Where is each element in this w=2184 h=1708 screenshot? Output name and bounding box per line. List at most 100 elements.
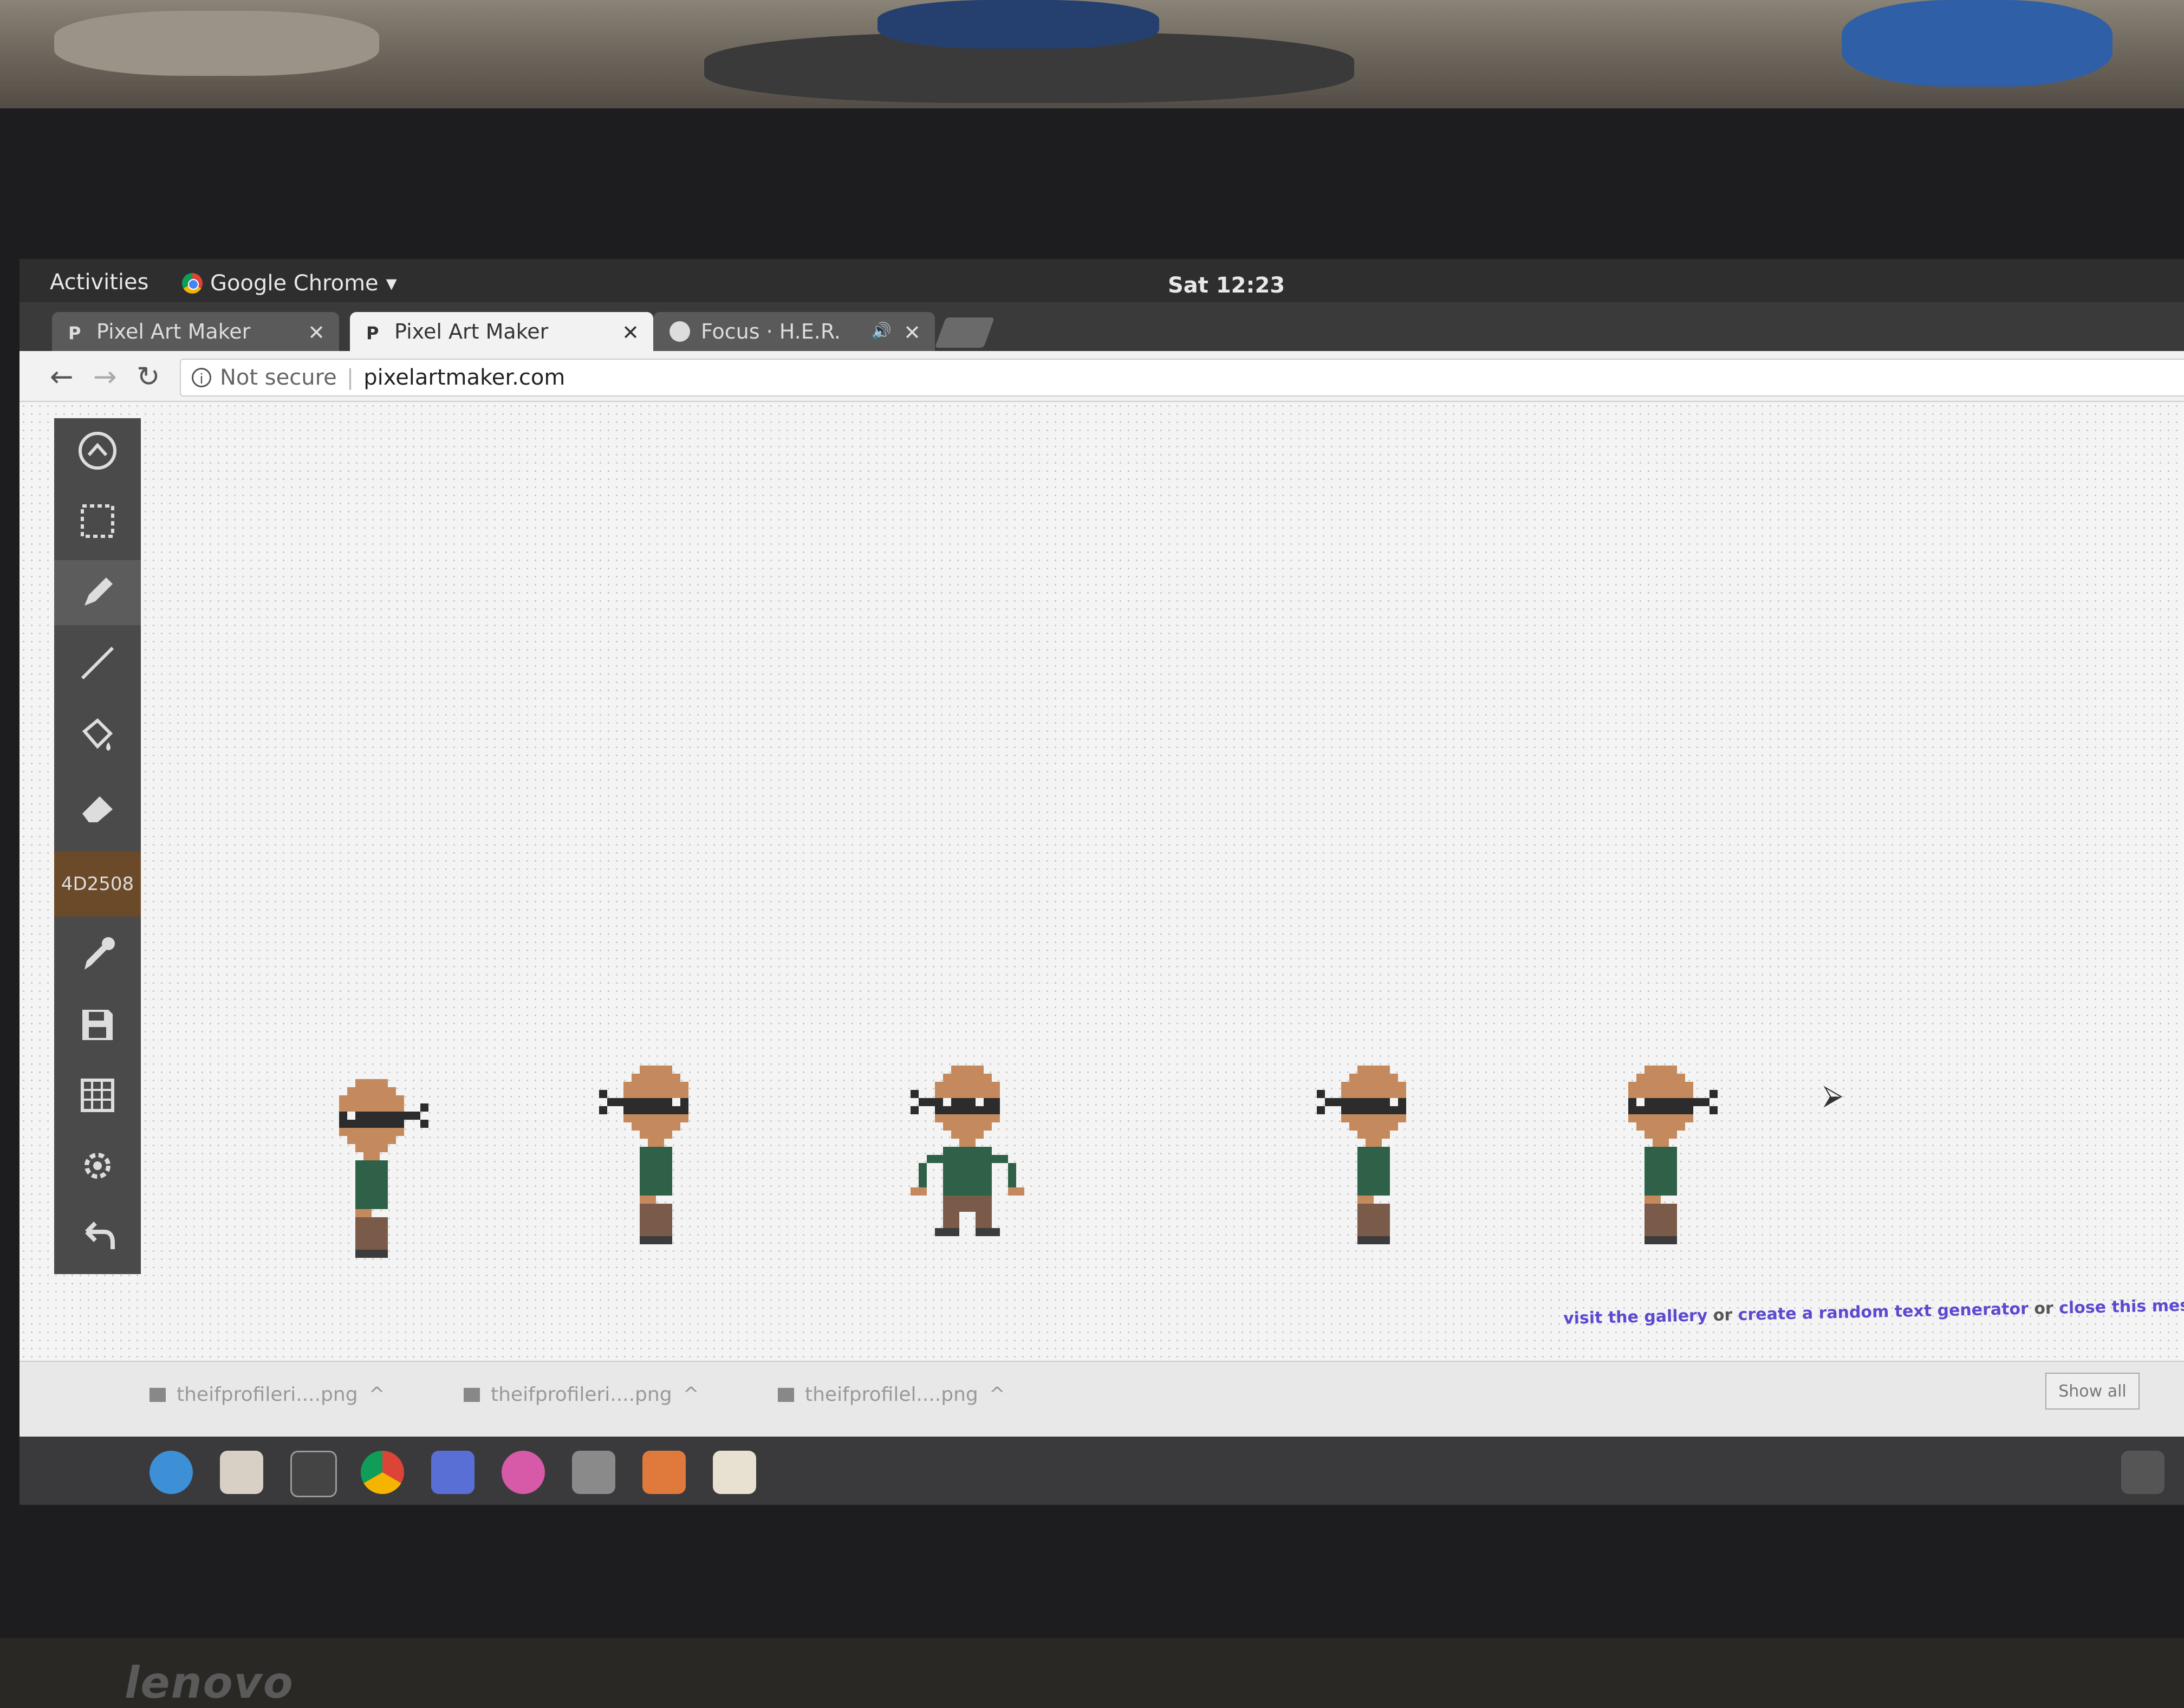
- sprite-arm: [992, 1155, 1008, 1163]
- sprite-pants: [1644, 1204, 1677, 1236]
- sprite-eye: [976, 1098, 984, 1106]
- image-file-icon: [464, 1387, 480, 1402]
- sprite-neck: [959, 1139, 976, 1147]
- chevron-up-icon[interactable]: ^: [989, 1384, 1005, 1406]
- new-tab-button[interactable]: [934, 317, 995, 348]
- sprite-shoe: [1644, 1236, 1677, 1244]
- speaker-icon[interactable]: 🔊: [872, 322, 892, 341]
- sprite-head: [1357, 1066, 1390, 1074]
- sprite-head: [339, 1128, 404, 1136]
- chrome-dock-icon[interactable]: [361, 1451, 404, 1494]
- sprite-head: [339, 1095, 404, 1112]
- sprite-eye: [1636, 1098, 1644, 1106]
- files-icon[interactable]: [220, 1451, 263, 1494]
- slack-icon[interactable]: [502, 1451, 545, 1494]
- download-item[interactable]: theifprofileri....png ^: [150, 1384, 385, 1406]
- image-viewer-icon[interactable]: [572, 1451, 615, 1494]
- or-text: or: [2033, 1298, 2054, 1319]
- sprite-mask-knot: [1709, 1106, 1718, 1114]
- sprite-neck: [1366, 1139, 1382, 1147]
- chrome-icon: [182, 273, 203, 294]
- fill-tool[interactable]: [54, 703, 141, 768]
- info-icon[interactable]: i: [192, 368, 211, 387]
- gear-icon: [84, 1153, 110, 1179]
- activities-button[interactable]: Activities: [50, 270, 148, 295]
- sprite-mask-knot: [599, 1090, 607, 1098]
- pencil-tool[interactable]: [54, 560, 141, 625]
- reload-icon[interactable]: ↻: [136, 361, 160, 393]
- sprite-head: [623, 1082, 688, 1098]
- back-arrow-icon[interactable]: ←: [50, 361, 74, 393]
- sprite-shoe: [355, 1250, 388, 1258]
- sprite-shoe: [976, 1228, 1000, 1236]
- tab-pixel-art-maker-1[interactable]: P Pixel Art Maker ✕: [52, 312, 339, 351]
- collapse-tool[interactable]: [54, 418, 141, 483]
- download-filename: theifprofileri....png: [177, 1384, 358, 1406]
- eraser-tool[interactable]: [54, 775, 141, 840]
- forward-arrow-icon[interactable]: →: [93, 361, 117, 393]
- text-editor-icon[interactable]: [713, 1451, 756, 1494]
- chevron-up-icon[interactable]: ^: [683, 1384, 699, 1406]
- close-tab-icon[interactable]: ✕: [622, 321, 639, 345]
- sprite-head: [632, 1074, 680, 1082]
- tab-pixel-art-maker-2[interactable]: P Pixel Art Maker ✕: [350, 312, 653, 351]
- sprite-head: [1636, 1122, 1685, 1131]
- download-item[interactable]: theifprofilel....png ^: [778, 1384, 1005, 1406]
- image-file-icon: [150, 1387, 166, 1402]
- clock[interactable]: Sat 12:23: [1168, 273, 1285, 298]
- sprite-mask-knot: [911, 1090, 919, 1098]
- sprite-eye: [347, 1112, 355, 1120]
- sprite-head: [935, 1114, 1000, 1122]
- sprite-eye: [672, 1098, 680, 1106]
- grid-tool[interactable]: [54, 1063, 141, 1128]
- sprite-neck: [1653, 1139, 1669, 1147]
- sprite-shirt: [1644, 1147, 1677, 1196]
- grid-icon: [81, 1079, 114, 1112]
- help-icon[interactable]: [150, 1451, 193, 1494]
- show-all-downloads-button[interactable]: Show all: [2045, 1373, 2140, 1410]
- sprite-mask-knot: [404, 1112, 420, 1120]
- sprite-arm: [1008, 1163, 1016, 1187]
- system-top-bar: Activities Google Chrome ▾ Sat 12:23: [20, 259, 2184, 302]
- current-color-swatch[interactable]: 4D2508: [54, 852, 141, 917]
- sprite-hand: [1008, 1187, 1024, 1196]
- undo-tool[interactable]: [54, 1204, 141, 1269]
- close-tab-icon[interactable]: ✕: [308, 321, 325, 345]
- security-label: Not secure: [220, 365, 337, 390]
- download-filename: theifprofilel....png: [805, 1384, 978, 1406]
- tab-focus-her[interactable]: Focus · H.E.R. 🔊 ✕: [653, 312, 935, 351]
- app-menu[interactable]: Google Chrome ▾: [182, 271, 397, 296]
- chevron-up-icon[interactable]: ^: [369, 1384, 385, 1406]
- eyedropper-tool[interactable]: [54, 922, 141, 987]
- address-bar[interactable]: i Not secure | pixelartmaker.com: [180, 359, 2184, 397]
- or-text: or: [1713, 1306, 1733, 1325]
- sprite-head: [623, 1114, 688, 1122]
- close-tab-icon[interactable]: ✕: [903, 321, 921, 345]
- sprite-mask-knot: [911, 1106, 919, 1114]
- software-center-icon[interactable]: [642, 1451, 686, 1494]
- sprite-arm: [919, 1163, 927, 1187]
- apps-grid-icon[interactable]: [2121, 1451, 2164, 1494]
- close-message-link[interactable]: close this messag: [2059, 1295, 2184, 1317]
- sprite-pants: [640, 1204, 672, 1236]
- terminal-icon[interactable]: [290, 1451, 337, 1497]
- sprite-mask-knot: [1317, 1090, 1325, 1098]
- sprite-head: [1644, 1131, 1677, 1139]
- sprite-head: [640, 1066, 672, 1074]
- save-tool[interactable]: [54, 992, 141, 1057]
- sprite-shirt: [640, 1147, 672, 1196]
- sprite-head: [347, 1087, 396, 1095]
- ide-icon[interactable]: [431, 1451, 474, 1494]
- sprite-head: [935, 1082, 1000, 1098]
- gallery-link[interactable]: visit the gallery: [1563, 1306, 1708, 1328]
- sprite-head: [951, 1131, 984, 1139]
- select-tool[interactable]: [54, 489, 141, 554]
- undo-icon: [85, 1222, 115, 1249]
- pixel-canvas[interactable]: [20, 402, 2184, 1505]
- line-tool[interactable]: [54, 631, 141, 696]
- sprite-mask-knot: [607, 1098, 623, 1106]
- settings-tool[interactable]: [54, 1133, 141, 1198]
- download-item[interactable]: theifprofileri....png ^: [464, 1384, 699, 1406]
- eyedropper-icon: [84, 937, 115, 970]
- sprite-leg: [976, 1212, 992, 1228]
